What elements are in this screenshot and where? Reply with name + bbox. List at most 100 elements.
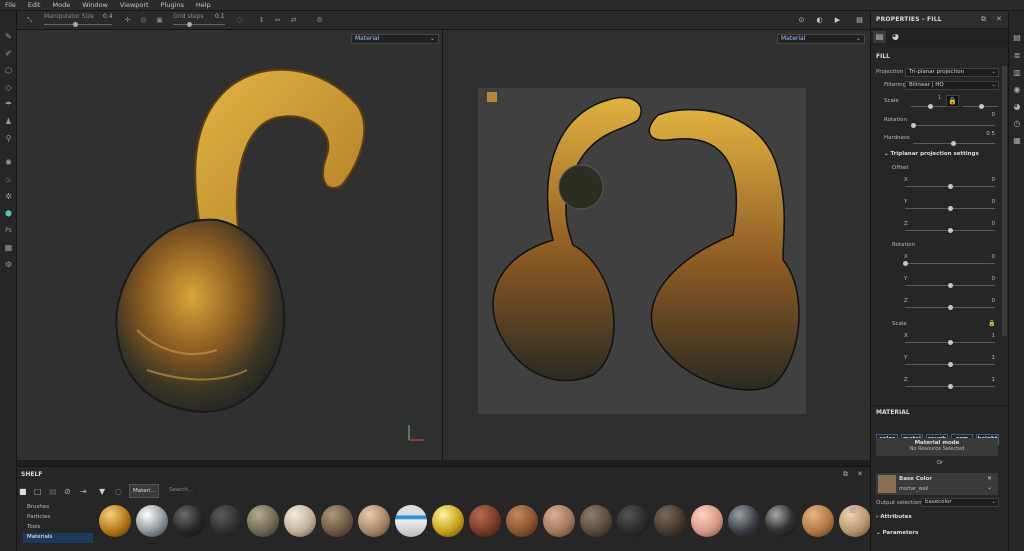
parameters-header[interactable]: ⌄ Parameters [876,530,918,536]
texture-set-list-icon[interactable]: ▤ [1012,33,1022,43]
properties-scrollbar[interactable] [1002,66,1007,336]
material-thumb-plaster[interactable] [284,505,316,537]
material-thumb-brick[interactable] [469,505,501,537]
shelf-close-icon[interactable]: ✕ [857,470,863,478]
offset-z-slider-knob[interactable] [948,228,953,233]
menu-help[interactable]: Help [191,1,218,9]
scale-axis-y-slider-knob[interactable] [948,362,953,367]
offset-x-slider-knob[interactable] [948,184,953,189]
material-thumb-bark[interactable] [580,505,612,537]
material-thumb-stone[interactable] [247,505,279,537]
offset-y-slider-knob[interactable] [948,206,953,211]
material-thumb-metal-dark[interactable] [728,505,760,537]
material-thumb-carbon[interactable] [617,505,649,537]
import-icon[interactable]: ▤ [49,487,57,496]
properties-float-icon[interactable]: ⧉ [981,15,986,24]
symmetry-icon[interactable]: ⇄ [289,16,298,25]
material-thumb-clay[interactable] [543,505,575,537]
projection-icon[interactable]: ⬡ [3,65,14,76]
material-thumb-dirt[interactable] [654,505,686,537]
attributes-header[interactable]: › Attributes [876,514,912,520]
rotation-y-slider-knob[interactable] [948,283,953,288]
filtering-dropdown[interactable]: Bilinear | HQ ⌄ [905,81,999,90]
iray-icon[interactable]: ⬢ [3,208,14,219]
viewport-2d-mode-dropdown[interactable]: Material ⌄ [777,34,865,44]
shelf-category-brushes[interactable]: Brushes [27,504,49,510]
scale-lock-icon[interactable]: 🔒 [946,95,959,107]
export-shelf-icon[interactable]: ⇥ [80,487,87,496]
shelf-search-input[interactable]: Search... [169,487,193,493]
shelf-category-particles[interactable]: Particles [27,514,50,520]
rotation-slider[interactable] [913,125,995,126]
color-picker-icon[interactable]: ⚲ [3,133,14,144]
material-thumb-skin[interactable] [691,505,723,537]
projection-dropdown[interactable]: Tri-planar projection ⌄ [905,68,999,77]
filter-icon[interactable]: ▼ [99,487,105,496]
material-thumb-glossy-black[interactable] [765,505,797,537]
display-settings-icon[interactable]: ◉ [1012,85,1022,95]
environment-icon[interactable]: ◐ [815,16,824,25]
scale-slider-u-knob[interactable] [928,104,933,109]
base-color-remove-icon[interactable]: ✕ [987,475,992,482]
material-properties-tab-icon[interactable]: ◕ [889,31,902,43]
triplanar-settings-header[interactable]: ⌄ Triplanar projection settings [884,151,979,157]
rotation-x-slider-knob[interactable] [903,261,908,266]
material-thumb-fabric[interactable] [358,505,390,537]
polygon-fill-icon[interactable]: ◇ [3,82,14,93]
material-mode-box[interactable]: Material mode No Resource Selected [876,438,998,456]
hardness-slider-knob[interactable] [951,141,956,146]
shelf-float-icon[interactable]: ⧉ [843,470,848,479]
history-icon[interactable]: ◷ [1012,119,1022,129]
menu-mode[interactable]: Mode [47,1,77,9]
geometry-icon[interactable]: ✺ [3,157,14,168]
material-thumb-rubber[interactable] [210,505,242,537]
folder-icon[interactable]: ■ [19,487,27,496]
material-thumb-brass[interactable] [432,505,464,537]
texture-set-settings-icon[interactable]: ▥ [1012,68,1022,78]
grid-view-icon[interactable]: ▦ [849,505,857,514]
grid-steps-slider[interactable] [173,24,225,25]
viewport-2d[interactable]: Material ⌄ [443,30,870,460]
scale-slider-v-knob[interactable] [979,104,984,109]
rotation-slider-knob[interactable] [911,123,916,128]
manipulator-size-knob[interactable] [72,22,78,27]
particle-icon[interactable]: ♨ [3,174,14,185]
filter-settings-icon[interactable]: ○ [115,487,122,496]
base-color-resource[interactable]: Base Color mortar_wall ✕ ⌄ [876,473,998,495]
rotation-z-slider-knob[interactable] [948,305,953,310]
grid-steps-knob[interactable] [186,22,192,27]
menu-viewport[interactable]: Viewport [115,1,156,9]
material-thumb-wood[interactable] [506,505,538,537]
snap-icon[interactable]: ◌ [235,16,244,25]
eraser-icon[interactable]: ✐ [3,48,14,59]
menu-file[interactable]: File [0,1,23,9]
material-thumb-leather[interactable] [321,505,353,537]
viewport-3d[interactable]: Material ⌄ [17,30,442,460]
material-thumb-striped[interactable] [395,505,427,537]
transform-icon[interactable]: ⤡ [25,16,34,25]
manipulator-size-slider[interactable] [44,24,112,25]
move-icon[interactable]: ✛ [123,16,132,25]
shelf-category-tools[interactable]: Tools [27,524,41,530]
layers-icon[interactable]: ≣ [1012,51,1022,61]
export-icon[interactable]: ▦ [3,242,14,253]
scale-axis-z-slider-knob[interactable] [948,384,953,389]
log-icon[interactable]: ▦ [1012,136,1022,146]
menu-edit[interactable]: Edit [23,1,48,9]
shelf-filter-tag[interactable]: Materi... [129,484,159,498]
settings-icon[interactable]: ⚙ [315,16,324,25]
shader-settings-icon[interactable]: ◕ [1012,102,1022,112]
menu-plugins[interactable]: Plugins [156,1,191,9]
menu-window[interactable]: Window [77,1,115,9]
chevron-down-icon[interactable]: ⌄ [987,484,992,491]
viewport-3d-mode-dropdown[interactable]: Material ⌄ [351,34,439,44]
plugin-icon[interactable]: ⚙ [3,259,14,270]
hide-icon[interactable]: ⊘ [64,487,71,496]
scale-lock-icon[interactable]: 🔒 [988,320,995,327]
new-folder-icon[interactable]: □ [34,487,42,496]
output-selection-dropdown[interactable]: basecolor ⌄ [921,498,999,507]
rotation-x-slider[interactable] [905,263,995,264]
align-vertical-icon[interactable]: ↕ [257,16,266,25]
material-thumb-black[interactable] [173,505,205,537]
bake-icon[interactable]: ✲ [3,191,14,202]
